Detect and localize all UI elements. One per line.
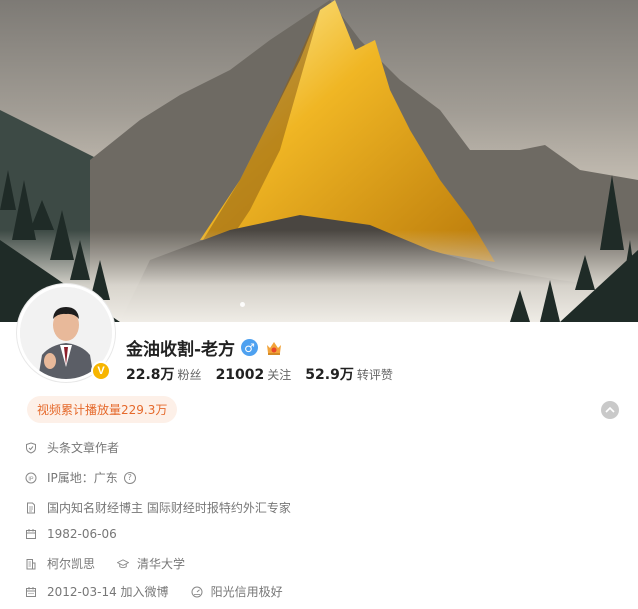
info-ip-location: IP IP属地：广东 ? — [25, 469, 136, 486]
info-joined-credit: 2012-03-14 加入微博 阳光信用极好 — [25, 583, 283, 600]
ip-location-text: IP属地：广东 — [47, 471, 118, 485]
stat-following[interactable]: 21002 关注 — [216, 366, 292, 383]
birthday-text: 1982-06-06 — [47, 527, 117, 541]
info-author-tag: 头条文章作者 — [25, 439, 119, 456]
svg-text:IP: IP — [28, 476, 34, 482]
stats-row: 22.8万 粉丝 21002 关注 52.9万 转评赞 — [126, 364, 393, 384]
shield-check-icon — [25, 441, 37, 454]
joined-text: 2012-03-14 加入微博 — [47, 585, 169, 599]
graduation-cap-icon — [117, 558, 130, 570]
stat-label: 粉丝 — [177, 368, 202, 382]
verified-icon: V — [91, 361, 111, 381]
info-birthday: 1982-06-06 — [25, 527, 117, 541]
author-tag-text: 头条文章作者 — [47, 441, 120, 455]
cover-banner — [0, 0, 638, 322]
ip-icon: IP — [25, 472, 37, 484]
user-name: 金油收割-老方 — [126, 340, 236, 360]
calendar-icon — [25, 528, 37, 540]
video-play-count-badge: 视频累计播放量229.3万 — [27, 396, 178, 423]
stat-value: 21002 — [215, 367, 265, 383]
company-text[interactable]: 柯尔凯思 — [47, 555, 95, 572]
building-icon — [25, 558, 37, 570]
stat-value: 52.9万 — [305, 367, 354, 383]
collapse-button[interactable] — [601, 401, 619, 419]
credit-gauge-icon — [191, 586, 203, 598]
credit-text[interactable]: 阳光信用极好 — [211, 583, 283, 600]
stat-followers[interactable]: 22.8万 粉丝 — [126, 364, 202, 384]
crown-medal-icon[interactable] — [264, 339, 284, 357]
male-icon: ♂ — [241, 339, 259, 356]
chevron-up-icon — [605, 406, 615, 413]
credit-item: 阳光信用极好 — [191, 583, 283, 600]
stat-interactions[interactable]: 52.9万 转评赞 — [305, 364, 393, 384]
info-bio: 国内知名财经博主 国际财经时报特约外汇专家 — [25, 499, 291, 516]
calendar-icon — [25, 586, 37, 598]
school-item: 清华大学 — [117, 555, 185, 572]
stat-value: 22.8万 — [126, 367, 175, 383]
stat-label: 转评赞 — [356, 368, 393, 382]
banner-indicator[interactable] — [240, 302, 245, 307]
document-icon — [25, 502, 37, 514]
name-row: 金油收割-老方 ♂ — [126, 335, 284, 360]
info-work-school: 柯尔凯思 清华大学 — [25, 555, 185, 572]
school-text[interactable]: 清华大学 — [137, 555, 185, 572]
help-icon[interactable]: ? — [123, 471, 136, 484]
bio-text: 国内知名财经博主 国际财经时报特约外汇专家 — [47, 501, 291, 515]
mountain-landscape-image — [0, 0, 638, 322]
stat-label: 关注 — [267, 368, 292, 382]
